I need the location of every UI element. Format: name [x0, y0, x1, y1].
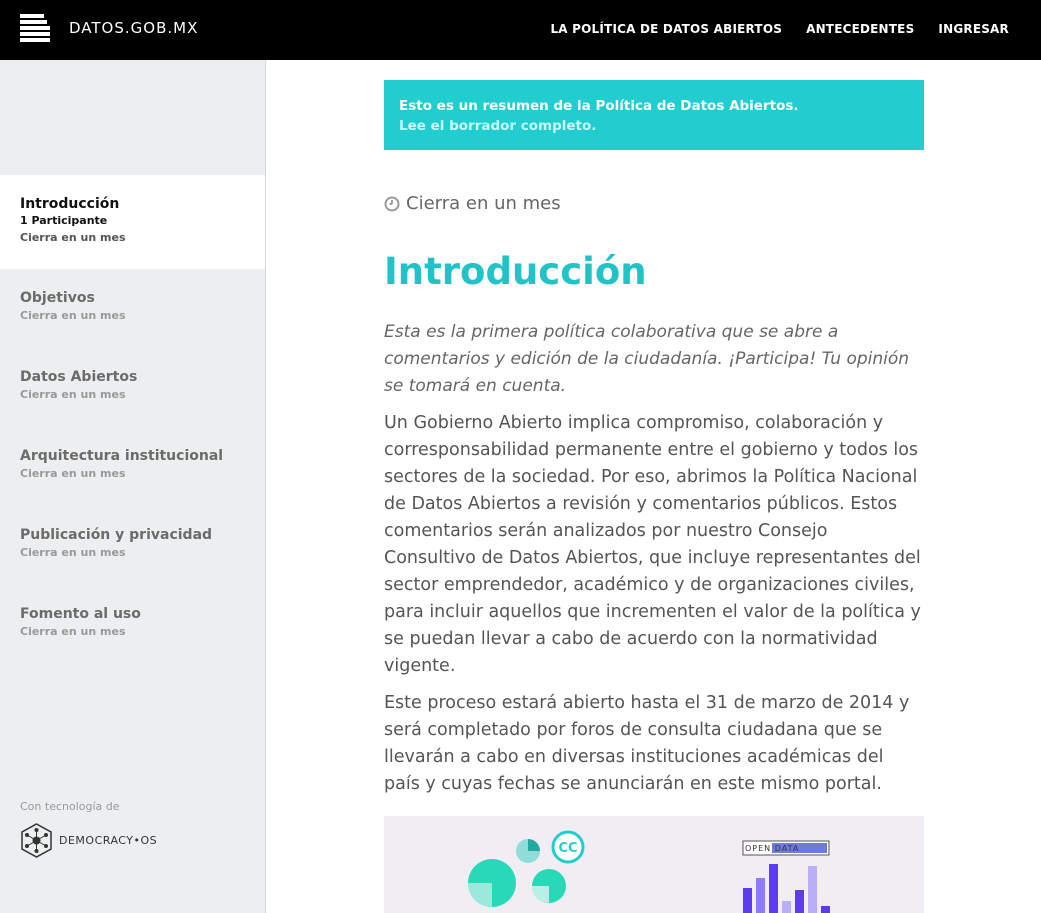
- logo-icon[interactable]: [20, 14, 50, 44]
- closes-label: Cierra en un mes: [20, 467, 126, 480]
- cc-badge-text: CC: [558, 841, 577, 856]
- pie-charts: [468, 839, 566, 907]
- closes-text: Cierra en un mes: [406, 193, 561, 214]
- sidebar: Introducción 1 Participante Cierra en un…: [0, 60, 266, 913]
- sidebar-item-title: Datos Abiertos: [20, 369, 138, 385]
- democracyos-icon: [21, 823, 52, 858]
- illustration-graphic: CC OPEN DATA: [468, 830, 830, 913]
- bar-graphic: [743, 864, 830, 913]
- lead-paragraph: Esta es la primera política colaborativa…: [384, 322, 910, 396]
- open-data-illustration: CC OPEN DATA: [384, 816, 924, 913]
- nav-politica[interactable]: LA POLÍTICA DE DATOS ABIERTOS: [550, 22, 782, 36]
- sidebar-item-fomento[interactable]: Fomento al uso Cierra en un mes: [0, 605, 265, 641]
- main-nav: LA POLÍTICA DE DATOS ABIERTOS ANTECEDENT…: [550, 22, 1009, 36]
- read-full-draft-link[interactable]: Lee el borrador completo.: [399, 116, 909, 136]
- sidebar-item-objetivos[interactable]: Objetivos Cierra en un mes: [0, 289, 265, 325]
- closes-label: Cierra en un mes: [20, 231, 126, 244]
- closes-label: Cierra en un mes: [20, 309, 126, 322]
- sidebar-item-publicacion[interactable]: Publicación y privacidad Cierra en un me…: [0, 526, 265, 562]
- open-data-label: OPEN DATA: [745, 844, 799, 853]
- sidebar-item-title: Objetivos: [20, 290, 95, 306]
- main-content: Esto es un resumen de la Política de Dat…: [384, 80, 924, 798]
- powered-by-label: Con tecnología de: [20, 800, 120, 813]
- participants-count: 1 Participante: [20, 214, 108, 227]
- nav-ingresar[interactable]: INGRESAR: [938, 22, 1009, 36]
- democracyos-label: DEMOCRACY•OS: [59, 834, 158, 847]
- site-logo-text[interactable]: DATOS.GOB.MX: [69, 19, 198, 37]
- closes-label: Cierra en un mes: [20, 388, 126, 401]
- closes-label: Cierra en un mes: [20, 625, 126, 638]
- banner-text: Esto es un resumen de la Política de Dat…: [399, 98, 799, 114]
- sidebar-item-datos-abiertos[interactable]: Datos Abiertos Cierra en un mes: [0, 368, 265, 404]
- sidebar-item-arquitectura[interactable]: Arquitectura institucional Cierra en un …: [0, 447, 265, 483]
- sidebar-item-title: Fomento al uso: [20, 606, 141, 622]
- body-paragraph: Este proceso estará abierto hasta el 31 …: [384, 693, 910, 794]
- sidebar-item-title: Arquitectura institucional: [20, 448, 224, 464]
- sidebar-item-title: Introducción: [20, 196, 120, 212]
- top-bar: DATOS.GOB.MX LA POLÍTICA DE DATOS ABIERT…: [0, 0, 1041, 60]
- nav-antecedentes[interactable]: ANTECEDENTES: [806, 22, 914, 36]
- page-title: Introducción: [384, 250, 647, 293]
- closes-indicator: Cierra en un mes: [384, 193, 924, 214]
- sidebar-item-introduccion[interactable]: Introducción 1 Participante Cierra en un…: [0, 175, 265, 269]
- clock-icon: [384, 196, 400, 211]
- democracyos-logo[interactable]: DEMOCRACY•OS: [20, 823, 157, 858]
- sidebar-item-title: Publicación y privacidad: [20, 527, 213, 543]
- summary-banner: Esto es un resumen de la Política de Dat…: [384, 80, 924, 150]
- body-paragraph: Un Gobierno Abierto implica compromiso, …: [384, 413, 921, 676]
- closes-label: Cierra en un mes: [20, 546, 126, 559]
